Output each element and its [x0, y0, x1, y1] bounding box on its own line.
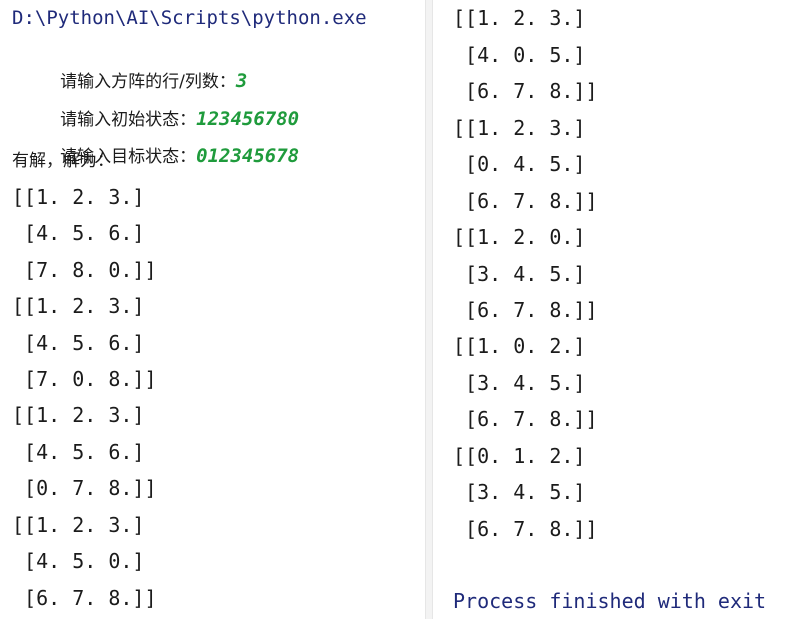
matrix-line: [4. 5. 0.] [12, 549, 145, 573]
matrix-line: [[0. 1. 2.] [453, 444, 586, 468]
prompt-size-line: 请输入方阵的行/列数：3 [0, 35, 247, 92]
matrix-line: [3. 4. 5.] [453, 371, 586, 395]
process-finished-text: Process finished with exit [453, 589, 767, 613]
matrix-line: [4. 5. 6.] [12, 221, 145, 245]
matrix-line: [6. 7. 8.]] [453, 407, 598, 431]
matrix-line: [7. 8. 0.]] [12, 258, 157, 282]
matrix-line: [4. 5. 6.] [12, 440, 145, 464]
matrix-line: [0. 7. 8.]] [12, 476, 157, 500]
matrix-line: [4. 0. 5.] [453, 43, 586, 67]
matrix-line: [[1. 2. 3.] [12, 403, 145, 427]
console-output-right: [[1. 2. 3.] [4. 0. 5.] [6. 7. 8.]] [[1. … [433, 0, 792, 619]
prompt-initial-line: 请输入初始状态：123456780 [0, 73, 299, 130]
matrix-line: [6. 7. 8.]] [453, 298, 598, 322]
matrix-line: [3. 4. 5.] [453, 262, 586, 286]
matrix-line: [[1. 2. 3.] [453, 6, 586, 30]
interpreter-path: D:\Python\AI\Scripts\python.exe [12, 7, 367, 29]
console-output-left: D:\Python\AI\Scripts\python.exe 请输入方阵的行/… [0, 0, 425, 619]
prompt-target-line: 请输入目标状态：012345678 [0, 110, 299, 167]
prompt-target-value: 012345678 [196, 145, 300, 167]
matrix-line: [[1. 2. 3.] [12, 294, 145, 318]
solution-label: 有解，解为： [12, 151, 114, 171]
matrix-line: [[1. 2. 0.] [453, 225, 586, 249]
matrix-line: [[1. 0. 2.] [453, 334, 586, 358]
matrix-line: [[1. 2. 3.] [12, 185, 145, 209]
matrix-line: [6. 7. 8.]] [453, 189, 598, 213]
matrix-line: [6. 7. 8.]] [453, 79, 598, 103]
matrix-line: [3. 4. 5.] [453, 480, 586, 504]
matrix-line: [0. 4. 5.] [453, 152, 586, 176]
matrix-line: [[1. 2. 3.] [12, 513, 145, 537]
matrix-line: [6. 7. 8.]] [453, 517, 598, 541]
matrix-line: [7. 0. 8.]] [12, 367, 157, 391]
matrix-line: [[1. 2. 3.] [453, 116, 586, 140]
matrix-line: [4. 5. 6.] [12, 331, 145, 355]
pane-splitter[interactable] [425, 0, 433, 619]
matrix-line: [6. 7. 8.]] [12, 586, 157, 610]
